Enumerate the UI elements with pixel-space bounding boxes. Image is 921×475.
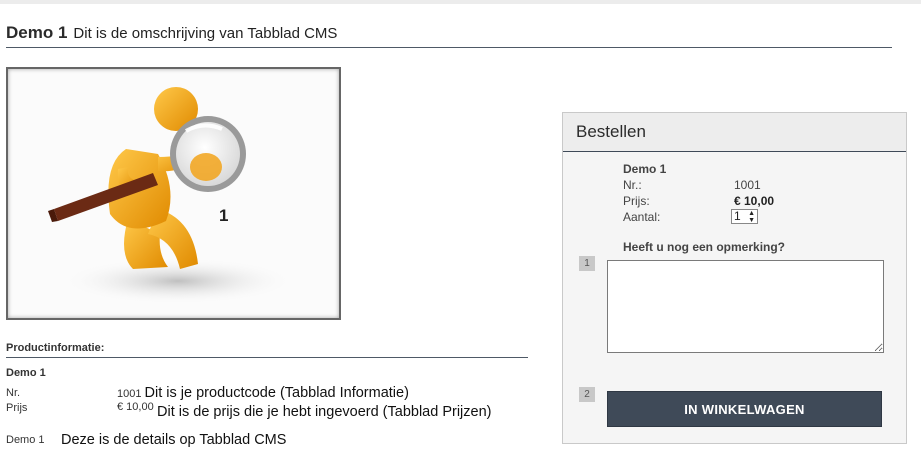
product-detail-label: Demo 1 [6,434,45,446]
product-info-divider [6,357,528,358]
product-info-title: Productinformatie: [6,342,105,354]
order-nr-value: 1001 [734,178,761,192]
page-header: Demo 1 Dit is de omschrijving van Tabbla… [6,23,337,43]
stepper-arrows-icon[interactable]: ▲ ▼ [748,210,755,224]
remark-question: Heeft u nog een opmerking? [623,240,786,254]
order-panel-title: Bestellen [563,113,906,152]
product-nr-row: 1001 Dit is je productcode (Tabblad Info… [117,385,409,401]
order-product-name: Demo 1 [623,162,667,176]
product-nr-note: Dit is je productcode (Tabblad Informati… [144,385,409,401]
search-figure-illustration [48,87,298,305]
product-price-note: Dit is de prijs die je hebt ingevoerd (T… [157,404,492,420]
product-image[interactable]: 1 [6,67,341,320]
order-quantity-label: Aantal: [623,210,661,224]
image-number-label: 1 [219,206,229,225]
step-number-2: 2 [579,387,595,402]
page-title: Demo 1 [6,23,68,42]
order-price-value: € 10,00 [734,194,775,208]
header-divider [6,47,892,48]
quantity-value: 1 [734,209,741,223]
product-detail-text: Deze is de details op Tabblad CMS [61,432,287,448]
order-nr-label: Nr.: [623,178,642,192]
product-info-name: Demo 1 [6,367,46,379]
step-number-1: 1 [579,256,595,271]
top-strip [0,0,921,4]
remark-textarea[interactable] [607,260,884,353]
page-description: Dit is de omschrijving van Tabblad CMS [73,25,338,42]
product-price-label: Prijs [6,402,28,414]
product-nr-label: Nr. [6,387,21,399]
quantity-stepper[interactable]: 1 ▲ ▼ [731,209,758,224]
add-to-cart-button[interactable]: IN WINKELWAGEN [607,391,882,427]
order-panel: Bestellen Demo 1 Nr.: 1001 Prijs: € 10,0… [562,112,907,444]
order-price-label: Prijs: [623,194,650,208]
product-nr-value: 1001 [117,388,142,400]
product-price-value: € 10,00 [117,401,154,413]
